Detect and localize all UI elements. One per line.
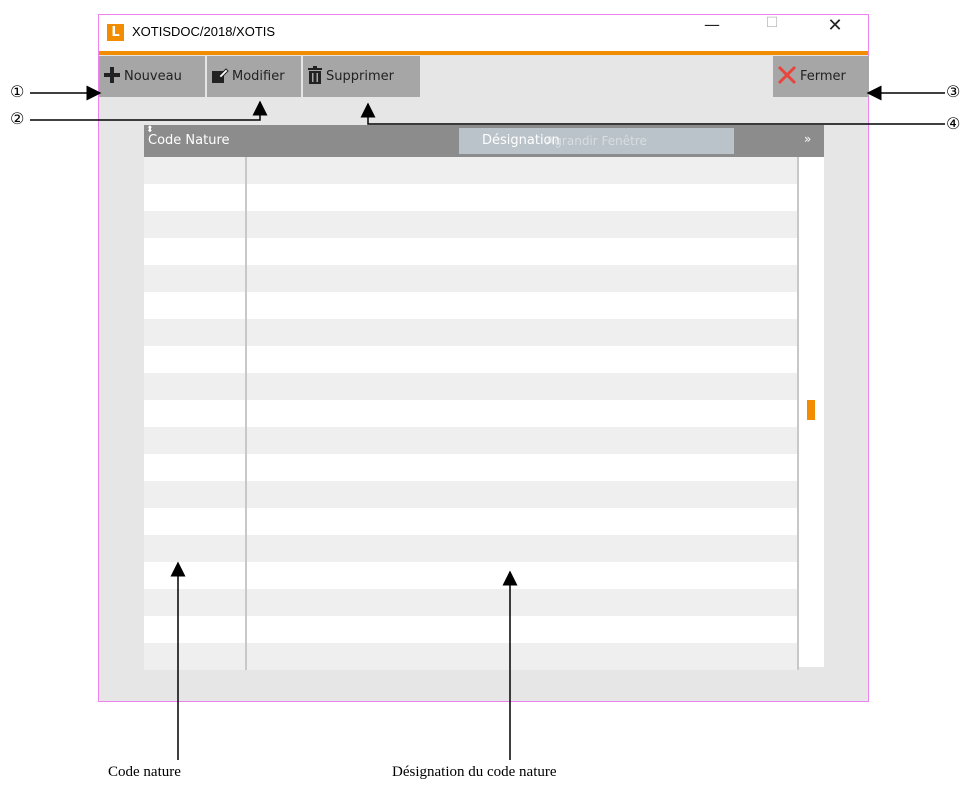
arrow-2: [30, 100, 268, 121]
label-code-nature: Code nature: [108, 764, 181, 780]
callout-1: ①: [10, 82, 25, 101]
arrow-4: [360, 102, 945, 125]
callout-4: ④: [946, 114, 961, 133]
annotation-arrows: [30, 85, 945, 760]
callout-2: ②: [10, 109, 25, 128]
callout-3: ③: [946, 82, 961, 101]
label-designation: Désignation du code nature: [392, 764, 557, 780]
